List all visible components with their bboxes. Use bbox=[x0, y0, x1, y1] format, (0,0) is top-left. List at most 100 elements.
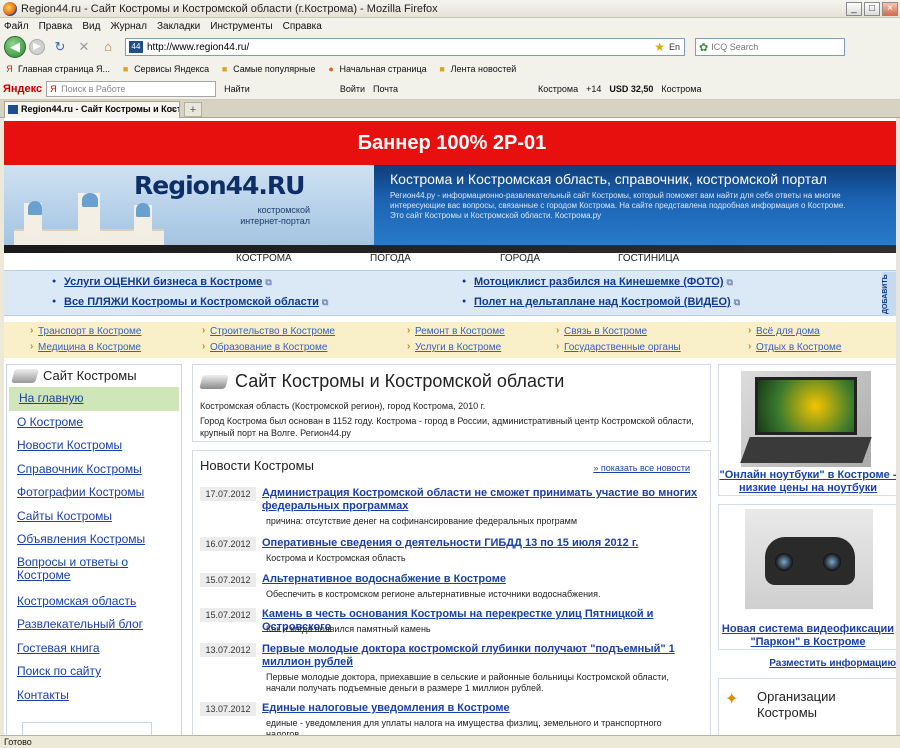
nav-cities[interactable]: ГОРОДА bbox=[500, 253, 540, 264]
organizations-box: ✦ Организации Костромы bbox=[718, 678, 898, 735]
place-info-link[interactable]: Разместить информацию bbox=[726, 658, 896, 669]
category-link[interactable]: Медицина в Костроме bbox=[30, 341, 141, 353]
menu-photos[interactable]: Фотографии Костромы bbox=[7, 481, 181, 505]
status-bar: Готово bbox=[0, 735, 900, 748]
yandex-city[interactable]: Кострома bbox=[538, 84, 578, 94]
news-headline[interactable]: Альтернативное водоснабжение в Костроме bbox=[262, 573, 702, 586]
camera-ad-link[interactable]: Новая система видеофиксации "Паркон" в К… bbox=[719, 623, 897, 649]
menu-history[interactable]: Журнал bbox=[110, 21, 147, 32]
stop-icon[interactable]: ✕ bbox=[75, 38, 93, 56]
hot-link[interactable]: Мотоциклист разбился на Кинешемке (ФОТО)… bbox=[462, 276, 733, 288]
yandex-city-2[interactable]: Кострома bbox=[661, 84, 701, 94]
menu-search[interactable]: Поиск по сайту bbox=[7, 660, 181, 684]
yandex-find-button[interactable]: Найти bbox=[224, 84, 250, 94]
menu-ads[interactable]: Объявления Костромы bbox=[7, 528, 181, 552]
search-engine-icon[interactable]: ✿ bbox=[699, 41, 708, 54]
organizations-title[interactable]: Организации Костромы bbox=[757, 689, 877, 721]
category-link[interactable]: Строительство в Костроме bbox=[202, 325, 335, 337]
language-indicator[interactable]: En bbox=[669, 42, 680, 52]
bookmark-star-icon[interactable]: ★ bbox=[654, 40, 665, 54]
search-box[interactable]: ✿ bbox=[695, 38, 845, 56]
vertical-scrollbar[interactable] bbox=[896, 118, 900, 735]
left-menu: Сайт Костромы На главную О Костроме Ново… bbox=[6, 364, 182, 735]
bookmark-item[interactable]: Я Главная страница Я... bbox=[4, 64, 110, 75]
search-input[interactable] bbox=[711, 42, 812, 52]
news-summary: Кострома и Костромская область bbox=[266, 553, 406, 563]
news-headline[interactable]: Оперативные сведения о деятельности ГИБД… bbox=[262, 537, 702, 550]
news-summary: единые - уведомления для уплаты налога н… bbox=[266, 718, 662, 735]
menu-qa[interactable]: Вопросы и ответы о Костроме bbox=[7, 552, 181, 590]
yandex-logo[interactable]: Яндекс bbox=[3, 83, 42, 95]
news-headline[interactable]: Администрация Костромской области не смо… bbox=[262, 487, 702, 513]
site-logo[interactable]: Region44.RU bbox=[134, 171, 305, 200]
site-favicon: 44 bbox=[129, 41, 143, 53]
menu-about[interactable]: О Костроме bbox=[7, 411, 181, 435]
new-tab-button[interactable]: + bbox=[184, 102, 202, 117]
category-link[interactable]: Образование в Костроме bbox=[202, 341, 327, 353]
bookmark-item[interactable]: ● Начальная страница bbox=[326, 64, 426, 75]
menu-home[interactable]: На главную bbox=[9, 387, 179, 411]
back-button[interactable]: ◀ bbox=[4, 36, 26, 58]
yandex-search-input[interactable]: Поиск в Работе bbox=[46, 80, 217, 97]
usd-rate[interactable]: USD 32,50 bbox=[609, 84, 653, 94]
weather-temp[interactable]: +14 bbox=[586, 84, 601, 94]
tab-region44[interactable]: Region44.ru - Сайт Костромы и Кост... × bbox=[4, 101, 180, 118]
nav-hotels[interactable]: ГОСТИНИЦА bbox=[618, 253, 679, 264]
category-link[interactable]: Отдых в Костроме bbox=[748, 341, 841, 353]
news-headline[interactable]: Единые налоговые уведомления в Костроме bbox=[262, 702, 702, 715]
maximize-button[interactable]: □ bbox=[864, 1, 880, 16]
menu-bar: Файл Правка Вид Журнал Закладки Инструме… bbox=[0, 18, 900, 34]
url-bar[interactable]: 44 http://www.region44.ru/ ★ En bbox=[125, 38, 685, 56]
menu-file[interactable]: Файл bbox=[4, 21, 29, 32]
laptop-ad-link[interactable]: "Онлайн ноутбуки" в Костроме - низкие це… bbox=[719, 469, 897, 495]
minimize-button[interactable]: _ bbox=[846, 1, 862, 16]
laptop-image[interactable] bbox=[740, 371, 872, 467]
top-banner[interactable]: Баннер 100% 2P-01 bbox=[4, 121, 900, 165]
left-box-2 bbox=[22, 722, 152, 735]
category-link[interactable]: Государственные органы bbox=[556, 341, 681, 353]
reload-icon[interactable]: ↻ bbox=[51, 38, 69, 56]
nav-weather[interactable]: ПОГОДА bbox=[370, 253, 411, 264]
category-link[interactable]: Связь в Костроме bbox=[556, 325, 647, 337]
yandex-login-button[interactable]: Войти bbox=[340, 84, 365, 94]
yandex-toolbar: Яндекс Поиск в Работе Найти Войти Почта … bbox=[0, 78, 900, 100]
news-headline[interactable]: Первые молодые доктора костромской глуби… bbox=[262, 643, 702, 669]
forward-button[interactable]: ▶ bbox=[29, 39, 45, 55]
category-link[interactable]: Ремонт в Костроме bbox=[407, 325, 505, 337]
news-date: 13.07.2012 bbox=[200, 702, 256, 716]
menu-directory[interactable]: Справочник Костромы bbox=[7, 458, 181, 482]
hot-link[interactable]: Все ПЛЯЖИ Костромы и Костромской области… bbox=[52, 296, 328, 308]
menu-edit[interactable]: Правка bbox=[39, 21, 73, 32]
tab-close-icon[interactable]: × bbox=[171, 102, 176, 117]
menu-view[interactable]: Вид bbox=[82, 21, 100, 32]
home-icon[interactable]: ⌂ bbox=[99, 38, 117, 56]
nav-kostroma[interactable]: КОСТРОМА bbox=[236, 253, 292, 264]
menu-contacts[interactable]: Контакты bbox=[7, 684, 181, 708]
camera-image[interactable] bbox=[745, 509, 873, 609]
category-link[interactable]: Услуги в Костроме bbox=[407, 341, 501, 353]
close-button[interactable]: × bbox=[882, 1, 898, 16]
menu-region[interactable]: Костромская область bbox=[7, 590, 181, 614]
hot-links: Услуги ОЦЕНКИ бизнеса в Костроме⧉ Все ПЛ… bbox=[4, 270, 900, 316]
url-text[interactable]: http://www.region44.ru/ bbox=[147, 42, 654, 53]
site-favicon bbox=[8, 105, 18, 114]
menu-guestbook[interactable]: Гостевая книга bbox=[7, 637, 181, 661]
category-link[interactable]: Всё для дома bbox=[748, 325, 820, 337]
bookmark-item[interactable]: ■ Сервисы Яндекса bbox=[120, 64, 209, 75]
bookmark-item[interactable]: ■ Лента новостей bbox=[437, 64, 516, 75]
hot-link[interactable]: Полет на дельтаплане над Костромой (ВИДЕ… bbox=[462, 296, 740, 308]
page-content: Баннер 100% 2P-01 Region44.RU костромско… bbox=[4, 118, 900, 735]
menu-news[interactable]: Новости Костромы bbox=[7, 434, 181, 458]
menu-blog[interactable]: Развлекательный блог bbox=[7, 613, 181, 637]
category-link[interactable]: Транспорт в Костроме bbox=[30, 325, 141, 337]
yandex-mail-button[interactable]: Почта bbox=[373, 84, 398, 94]
show-all-news-link[interactable]: показать все новости bbox=[593, 463, 690, 473]
window-title: Region44.ru - Сайт Костромы и Костромско… bbox=[21, 2, 438, 15]
bookmark-item[interactable]: ■ Самые популярные bbox=[219, 64, 316, 75]
menu-help[interactable]: Справка bbox=[283, 21, 322, 32]
menu-tools[interactable]: Инструменты bbox=[210, 21, 272, 32]
menu-bookmarks[interactable]: Закладки bbox=[157, 21, 200, 32]
hot-link[interactable]: Услуги ОЦЕНКИ бизнеса в Костроме⧉ bbox=[52, 276, 272, 288]
news-date: 16.07.2012 bbox=[200, 537, 256, 551]
menu-sites[interactable]: Сайты Костромы bbox=[7, 505, 181, 529]
